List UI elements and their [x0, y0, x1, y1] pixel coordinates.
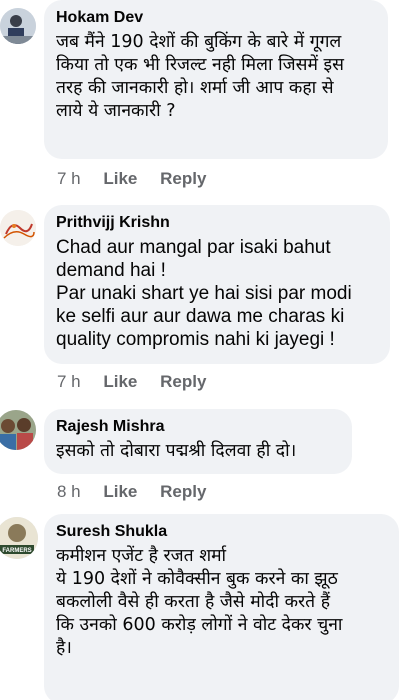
reply-button[interactable]: Reply [160, 372, 206, 391]
like-button[interactable]: Like [103, 372, 137, 391]
comment-text: जब मैंने 190 देशों की बुकिंग के बारे में… [56, 32, 344, 121]
avatar[interactable] [0, 8, 36, 44]
comment-item: FARMERS Suresh Shukla कमीशन एजेंट है रजत… [0, 514, 399, 700]
avatar[interactable]: FARMERS [0, 517, 38, 559]
comments-feed: Hokam Dev जब मैंने 190 देशों की बुकिंग क… [0, 0, 399, 700]
comment-bubble: Suresh Shukla कमीशन एजेंट है रजत शर्मा य… [44, 514, 399, 700]
like-button[interactable]: Like [103, 482, 137, 501]
comment-text: कमीशन एजेंट है रजत शर्मा ये 190 देशों ने… [56, 546, 343, 658]
comment-timestamp[interactable]: 7 h [57, 169, 81, 188]
comment-author[interactable]: Hokam Dev [56, 8, 376, 28]
reply-button[interactable]: Reply [160, 169, 206, 188]
comment-text: Chad aur mangal par isaki bahut demand h… [56, 237, 352, 350]
comment-bubble: Prithvijj Krishn Chad aur mangal par isa… [44, 205, 390, 364]
comment-item: Rajesh Mishra इसको तो दोबारा पद्मश्री दि… [0, 407, 399, 507]
avatar-image: FARMERS [0, 517, 38, 559]
avatar-logo-text: FARMERS [2, 548, 31, 554]
avatar-image [0, 410, 36, 450]
comment-bubble: Hokam Dev जब मैंने 190 देशों की बुकिंग क… [44, 0, 388, 159]
comment-author[interactable]: Prithvijj Krishn [56, 213, 378, 233]
avatar[interactable] [0, 210, 36, 246]
comment-bubble: Rajesh Mishra इसको तो दोबारा पद्मश्री दि… [44, 409, 352, 474]
avatar-image [0, 210, 36, 246]
comment-item: Prithvijj Krishn Chad aur mangal par isa… [0, 205, 399, 400]
comment-author[interactable]: Suresh Shukla [56, 522, 387, 542]
like-button[interactable]: Like [103, 169, 137, 188]
comment-text: इसको तो दोबारा पद्मश्री दिलवा ही दो। [56, 441, 297, 461]
avatar[interactable] [0, 410, 36, 450]
comment-actions: 8 h Like Reply [57, 482, 224, 502]
comment-timestamp[interactable]: 8 h [57, 482, 81, 501]
comment-author[interactable]: Rajesh Mishra [56, 417, 340, 437]
comment-timestamp[interactable]: 7 h [57, 372, 81, 391]
comment-actions: 7 h Like Reply [57, 372, 224, 392]
comment-actions: 7 h Like Reply [57, 169, 224, 189]
avatar-image [0, 8, 36, 44]
reply-button[interactable]: Reply [160, 482, 206, 501]
comment-item: Hokam Dev जब मैंने 190 देशों की बुकिंग क… [0, 0, 399, 200]
